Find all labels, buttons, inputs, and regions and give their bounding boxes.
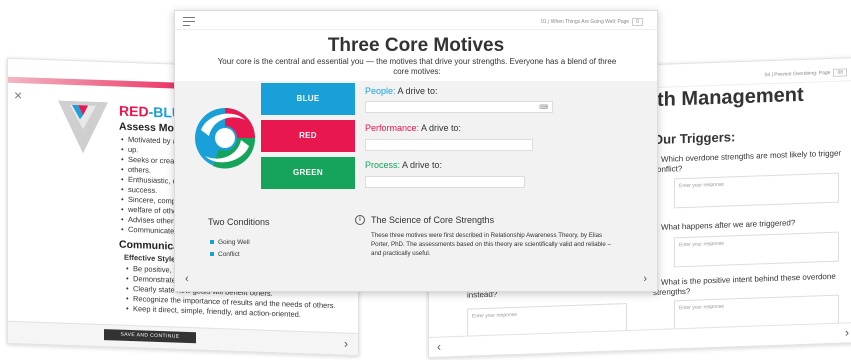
- science-heading: The Science of Core Strengths: [371, 215, 495, 225]
- motive-label-people: People: A drive to:: [365, 86, 438, 96]
- question-2: What happens after we are triggered?: [653, 217, 843, 234]
- motive-block-green[interactable]: GREEN: [261, 157, 355, 189]
- core-strengths-logo-icon: [195, 108, 256, 169]
- chevron-left-icon[interactable]: ‹: [437, 340, 441, 354]
- science-body: These three motives were first described…: [371, 232, 611, 257]
- chevron-right-icon[interactable]: ›: [344, 336, 348, 350]
- divider: [175, 29, 657, 30]
- page-number[interactable]: 0: [632, 18, 643, 26]
- bullet-square-icon: [210, 240, 214, 245]
- two-conditions-heading: Two Conditions: [208, 217, 270, 227]
- bullet-square-icon: [210, 252, 214, 257]
- close-icon[interactable]: ×: [14, 87, 22, 103]
- question-1: Which overdone strengths are most likely…: [653, 148, 842, 175]
- save-and-continue-button[interactable]: SAVE AND CONTINUE: [104, 329, 196, 344]
- three-core-motives-card: 01 | When Things Are Going Well: Page 0 T…: [174, 10, 658, 292]
- chevron-right-icon[interactable]: ›: [643, 273, 647, 285]
- effective-style-label: Effective Style:: [124, 252, 178, 264]
- motive-block-red[interactable]: RED: [261, 120, 355, 152]
- process-input[interactable]: [365, 176, 525, 188]
- triangle-motive-icon: [58, 100, 108, 154]
- response-field[interactable]: Enter your response: [674, 172, 839, 209]
- response-field[interactable]: Enter your response: [674, 231, 839, 268]
- triggers-heading: Our Triggers:: [653, 129, 736, 148]
- motive-block-blue[interactable]: BLUE: [261, 83, 355, 115]
- question-3: What is the positive intent behind these…: [653, 271, 836, 298]
- menu-icon[interactable]: [183, 17, 195, 29]
- motive-label-process: Process: A drive to:: [365, 160, 443, 170]
- condition-item[interactable]: Conflict: [210, 251, 240, 258]
- info-icon[interactable]: i: [355, 215, 365, 225]
- page-title: Three Core Motives: [327, 35, 505, 56]
- breadcrumb: 01 | When Things Are Going Well: Page 0: [541, 18, 643, 26]
- breadcrumb: 04 | Prevent Overdoing: Page 08: [765, 68, 847, 79]
- chevron-left-icon[interactable]: ‹: [185, 273, 189, 285]
- page-number[interactable]: 08: [833, 68, 847, 77]
- keyboard-icon: ⌨: [539, 105, 548, 111]
- motive-label-performance: Performance: A drive to:: [365, 123, 462, 133]
- chevron-right-icon[interactable]: ›: [845, 325, 849, 339]
- page-title: th Management: [657, 83, 804, 112]
- title-red: RED: [119, 102, 149, 120]
- card-footer: SAVE AND CONTINUE ›: [8, 320, 358, 355]
- condition-item[interactable]: Going Well: [210, 239, 250, 246]
- stage: × RED-BLUE Assess Motives Motivated by a…: [0, 0, 851, 360]
- performance-input[interactable]: [365, 139, 533, 151]
- people-input[interactable]: ⌨: [365, 101, 553, 113]
- page-subtitle: Your core is the central and essential y…: [217, 57, 617, 76]
